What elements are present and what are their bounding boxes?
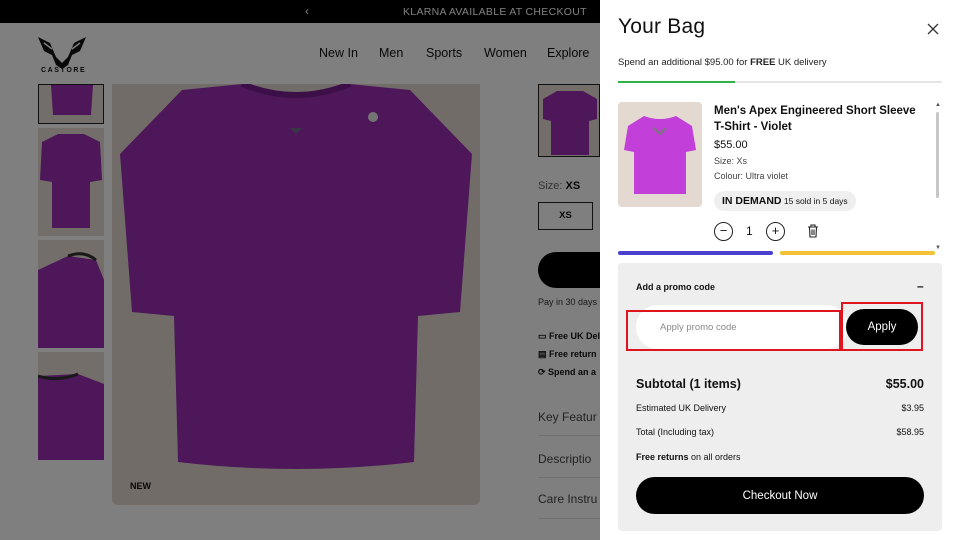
apply-promo-button[interactable]: Apply	[846, 309, 918, 345]
promo-code-title: Add a promo code	[636, 282, 716, 292]
cart-item-image[interactable]	[618, 102, 702, 207]
quantity-value: 1	[746, 224, 753, 238]
modal-backdrop[interactable]	[0, 0, 600, 540]
scroll-down-icon[interactable]: ▼	[935, 245, 941, 251]
promo-collapse-toggle[interactable]: –	[917, 279, 924, 293]
checkout-button[interactable]: Checkout Now	[636, 477, 924, 514]
free-delivery-progress	[618, 81, 942, 83]
increase-quantity-button[interactable]: +	[766, 222, 785, 241]
order-summary-panel: Add a promo code – Apply Subtotal (1 ite…	[618, 263, 942, 531]
cart-item-colour: Colour: Ultra violet	[714, 171, 789, 181]
delivery-value: $3.95	[901, 403, 924, 413]
close-icon[interactable]	[926, 22, 940, 36]
progress-fill	[618, 81, 735, 83]
subtotal-value: $55.00	[885, 377, 924, 391]
promo-code-input[interactable]	[636, 305, 848, 349]
scroll-up-icon[interactable]: ▲	[935, 102, 941, 108]
next-item-yellow-bar	[780, 251, 935, 255]
free-delivery-message: Spend an additional $95.00 for FREE UK d…	[618, 57, 827, 68]
trash-icon[interactable]	[807, 224, 819, 238]
cart-item-name[interactable]: Men's Apex Engineered Short Sleeve T-Shi…	[714, 103, 926, 135]
bag-title: Your Bag	[618, 15, 706, 38]
free-returns-note: Free returns on all orders	[636, 452, 741, 462]
bag-drawer: Your Bag Spend an additional $95.00 for …	[600, 0, 960, 540]
cart-item-size: Size: Xs	[714, 156, 748, 166]
total-row: Total (Including tax) $58.95	[636, 427, 924, 437]
next-item-blue-bar	[618, 251, 773, 255]
decrease-quantity-button[interactable]: −	[714, 222, 733, 241]
delivery-row: Estimated UK Delivery $3.95	[636, 403, 924, 413]
total-value: $58.95	[896, 427, 924, 437]
cart-scrollbar[interactable]	[936, 112, 939, 198]
cart-item-price: $55.00	[714, 139, 748, 151]
in-demand-badge: IN DEMAND 15 sold in 5 days	[714, 191, 856, 211]
subtotal-row: Subtotal (1 items) $55.00	[636, 377, 924, 391]
